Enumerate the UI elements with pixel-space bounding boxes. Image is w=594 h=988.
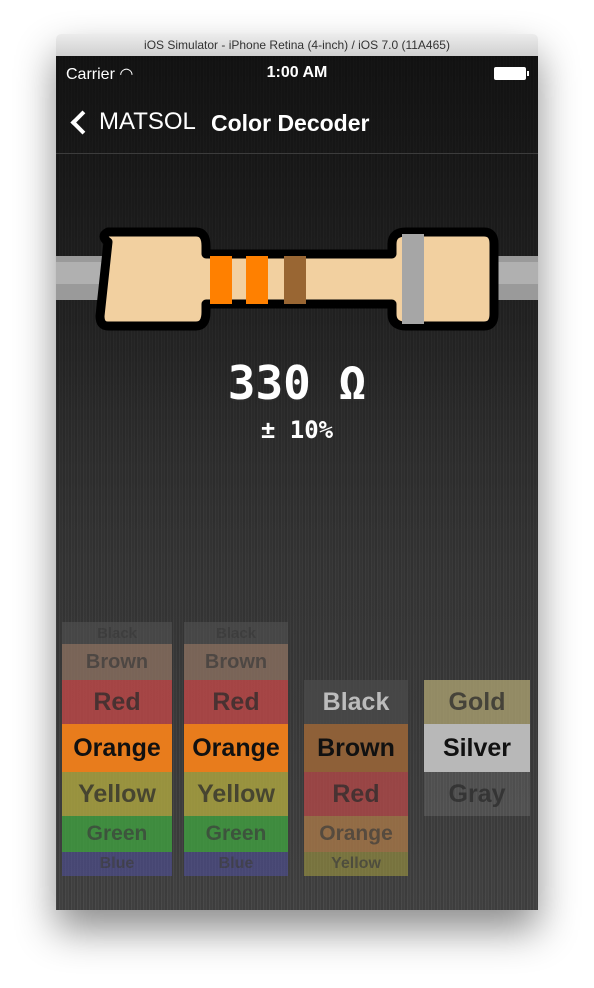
picker-item-orange[interactable]: Orange bbox=[304, 816, 408, 852]
picker-item-brown[interactable]: Brown bbox=[304, 724, 408, 772]
picker-item-green[interactable]: Green bbox=[184, 816, 288, 852]
window-title: iOS Simulator - iPhone Retina (4-inch) /… bbox=[56, 34, 538, 57]
band-picker-4[interactable]: Gold Silver Gray bbox=[424, 56, 530, 910]
band-picker-3[interactable]: Black Brown Red Orange Yellow bbox=[304, 56, 408, 910]
picker-item-yellow[interactable]: Yellow bbox=[304, 852, 408, 876]
picker-item-black[interactable]: Black bbox=[62, 622, 172, 644]
picker-item-gold[interactable]: Gold bbox=[424, 680, 530, 724]
picker-item-orange[interactable]: Orange bbox=[62, 724, 172, 772]
picker-item-black[interactable]: Black bbox=[304, 680, 408, 724]
picker-item-gray[interactable]: Gray bbox=[424, 772, 530, 816]
band-picker-2[interactable]: Black Brown Red Orange Yellow Green Blue bbox=[184, 56, 288, 910]
picker-item-yellow[interactable]: Yellow bbox=[184, 772, 288, 816]
picker-item-red[interactable]: Red bbox=[184, 680, 288, 724]
picker-item-black[interactable]: Black bbox=[184, 622, 288, 644]
picker-item-red[interactable]: Red bbox=[62, 680, 172, 724]
picker-item-orange[interactable]: Orange bbox=[184, 724, 288, 772]
picker-item-yellow[interactable]: Yellow bbox=[62, 772, 172, 816]
picker-item-brown[interactable]: Brown bbox=[62, 644, 172, 680]
picker-item-blue[interactable]: Blue bbox=[184, 852, 288, 876]
picker-item-silver[interactable]: Silver bbox=[424, 724, 530, 772]
phone-screen: Carrier ◠ 1:00 AM MATSOL Color Decoder 3… bbox=[56, 56, 538, 910]
picker-item-brown[interactable]: Brown bbox=[184, 644, 288, 680]
simulator-window: iOS Simulator - iPhone Retina (4-inch) /… bbox=[56, 34, 538, 910]
band-picker-1[interactable]: Black Brown Red Orange Yellow Green Blue bbox=[62, 56, 172, 910]
picker-item-green[interactable]: Green bbox=[62, 816, 172, 852]
picker-item-red[interactable]: Red bbox=[304, 772, 408, 816]
picker-item-blue[interactable]: Blue bbox=[62, 852, 172, 876]
